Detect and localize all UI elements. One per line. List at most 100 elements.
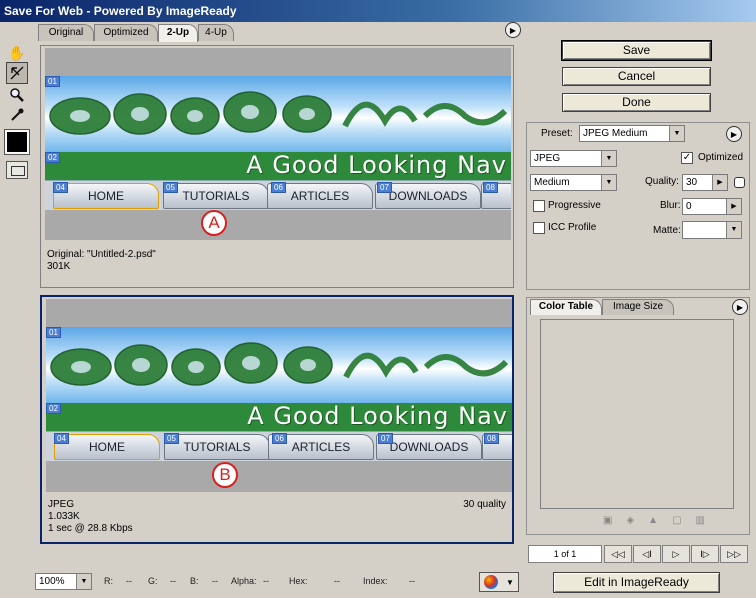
eyedropper-color-swatch[interactable] — [4, 129, 30, 155]
slice-badge[interactable]: 05 — [164, 433, 179, 444]
edit-in-imageready-button[interactable]: Edit in ImageReady — [553, 572, 720, 593]
blur-label: Blur: — [660, 200, 681, 211]
original-info-size: 301K — [47, 261, 71, 272]
slice-badge[interactable]: 01 — [46, 327, 61, 338]
hex-label: Hex: — [289, 576, 308, 586]
nav-tutorials-button[interactable]: TUTORIALS — [163, 183, 269, 209]
trash-icon[interactable]: ▥ — [696, 515, 705, 529]
r-label: R: — [104, 576, 113, 586]
format-select[interactable]: JPEG ▼ — [530, 150, 617, 167]
cancel-button[interactable]: Cancel — [562, 67, 711, 86]
color-table-menu-icon[interactable]: ▶ — [732, 299, 748, 315]
tab-optimized[interactable]: Optimized — [94, 24, 158, 41]
banner-graphic — [45, 76, 511, 152]
lock-color-icon[interactable]: ▲ — [648, 515, 658, 529]
slice-badge[interactable]: 06 — [272, 433, 287, 444]
r-value: -- — [126, 576, 132, 586]
preview-toggle-icon[interactable] — [6, 161, 28, 179]
nav-home-button[interactable]: HOME — [53, 183, 159, 209]
slice-badge[interactable]: 08 — [483, 182, 498, 193]
color-table-tools: ▣ ◈ ▲ ▢ ▥ — [603, 515, 723, 529]
window-title: Save For Web - Powered By ImageReady — [0, 0, 756, 22]
annotation-marker-b: B — [212, 462, 238, 488]
eyedropper-icon[interactable] — [6, 104, 28, 126]
chevron-down-icon[interactable]: ▼ — [506, 578, 514, 587]
chevron-right-icon[interactable]: ▶ — [712, 175, 727, 190]
done-button[interactable]: Done — [562, 93, 711, 112]
matte-select[interactable]: ▼ — [682, 221, 742, 239]
next-frame-icon[interactable]: I▷ — [691, 545, 719, 563]
hand-icon[interactable]: ✋ — [6, 42, 28, 64]
frame-counter: 1 of 1 — [528, 545, 602, 563]
last-frame-icon[interactable]: ▷▷ — [720, 545, 748, 563]
optimized-info-format: JPEG — [48, 499, 75, 510]
map-color-icon[interactable]: ▣ — [603, 515, 612, 529]
optimized-checkbox[interactable]: ✓ — [681, 152, 693, 164]
save-button[interactable]: Save — [561, 40, 712, 61]
chevron-down-icon: ▼ — [601, 175, 616, 190]
tab-2-up[interactable]: 2-Up — [158, 24, 198, 42]
chevron-down-icon: ▼ — [601, 151, 616, 166]
slice-badge[interactable]: 07 — [378, 433, 393, 444]
web-snap-icon[interactable]: ◈ — [626, 515, 634, 529]
quality-mask-icon[interactable] — [734, 177, 745, 188]
format-value: JPEG — [534, 153, 561, 164]
slice-badge[interactable]: 05 — [163, 182, 178, 193]
alpha-label: Alpha: — [231, 576, 257, 586]
original-pane[interactable]: A Good Looking Nav HOME TUTORIALS ARTICL… — [40, 45, 514, 288]
previous-frame-icon[interactable]: ◁I — [633, 545, 661, 563]
view-menu-icon[interactable]: ▶ — [505, 22, 521, 38]
chevron-down-icon: ▼ — [726, 222, 741, 238]
new-color-icon[interactable]: ▢ — [672, 515, 681, 529]
slice-badge[interactable]: 04 — [54, 433, 69, 444]
browser-preview-button[interactable]: ▼ — [479, 572, 519, 592]
preset-select[interactable]: JPEG Medium ▼ — [579, 125, 685, 142]
optimized-pane[interactable]: A Good Looking Nav HOME TUTORIALS ARTICL… — [40, 295, 514, 544]
progressive-label: Progressive — [548, 200, 601, 211]
quality-value: 30 — [686, 177, 698, 188]
alpha-value: -- — [263, 576, 269, 586]
blur-input[interactable]: 0 ▶ — [682, 198, 742, 215]
b-value: -- — [212, 576, 218, 586]
zoom-select[interactable]: 100% ▼ — [35, 573, 92, 590]
tab-4-up[interactable]: 4-Up — [198, 24, 234, 41]
quality-input[interactable]: 30 ▶ — [682, 174, 728, 191]
slice-badge[interactable]: 02 — [45, 152, 60, 163]
preset-value: JPEG Medium — [583, 128, 648, 139]
quality-level-value: Medium — [534, 177, 570, 188]
original-preview: A Good Looking Nav HOME TUTORIALS ARTICL… — [45, 48, 511, 240]
nav-tutorials-button[interactable]: TUTORIALS — [164, 434, 270, 460]
slice-badge[interactable]: 02 — [46, 403, 61, 414]
blur-value: 0 — [686, 201, 692, 212]
color-table-grid[interactable] — [540, 319, 734, 509]
zoom-icon[interactable] — [6, 84, 28, 106]
nav-title-bar: A Good Looking Nav — [45, 151, 511, 180]
progressive-checkbox[interactable] — [533, 200, 545, 212]
chevron-down-icon: ▼ — [76, 574, 91, 589]
settings-menu-icon[interactable]: ▶ — [726, 126, 742, 142]
chevron-right-icon[interactable]: ▶ — [726, 199, 741, 214]
slice-select-icon[interactable] — [6, 62, 28, 84]
tab-original[interactable]: Original — [38, 24, 94, 41]
slice-badge[interactable]: 04 — [53, 182, 68, 193]
original-info-name: Original: "Untitled-2.psd" — [47, 249, 156, 260]
chevron-down-icon: ▼ — [669, 126, 684, 141]
slice-badge[interactable]: 01 — [45, 76, 60, 87]
index-value: -- — [409, 576, 415, 586]
view-tabs: Original Optimized 2-Up 4-Up — [36, 24, 522, 42]
index-label: Index: — [363, 576, 388, 586]
first-frame-icon[interactable]: ◁◁ — [604, 545, 632, 563]
tab-image-size[interactable]: Image Size — [602, 299, 674, 315]
optimized-preview: A Good Looking Nav HOME TUTORIALS ARTICL… — [46, 299, 512, 492]
slice-badge[interactable]: 06 — [271, 182, 286, 193]
slice-badge[interactable]: 07 — [377, 182, 392, 193]
quality-level-select[interactable]: Medium ▼ — [530, 174, 617, 191]
slice-badge[interactable]: 08 — [484, 433, 499, 444]
optimized-info-download-time: 1 sec @ 28.8 Kbps — [48, 523, 133, 534]
tab-color-table[interactable]: Color Table — [530, 299, 602, 315]
play-icon[interactable]: ▷ — [662, 545, 690, 563]
nav-home-button[interactable]: HOME — [54, 434, 160, 460]
icc-profile-checkbox[interactable] — [533, 222, 545, 234]
matte-label: Matte: — [653, 225, 681, 236]
nav-title-bar: A Good Looking Nav — [46, 402, 512, 431]
